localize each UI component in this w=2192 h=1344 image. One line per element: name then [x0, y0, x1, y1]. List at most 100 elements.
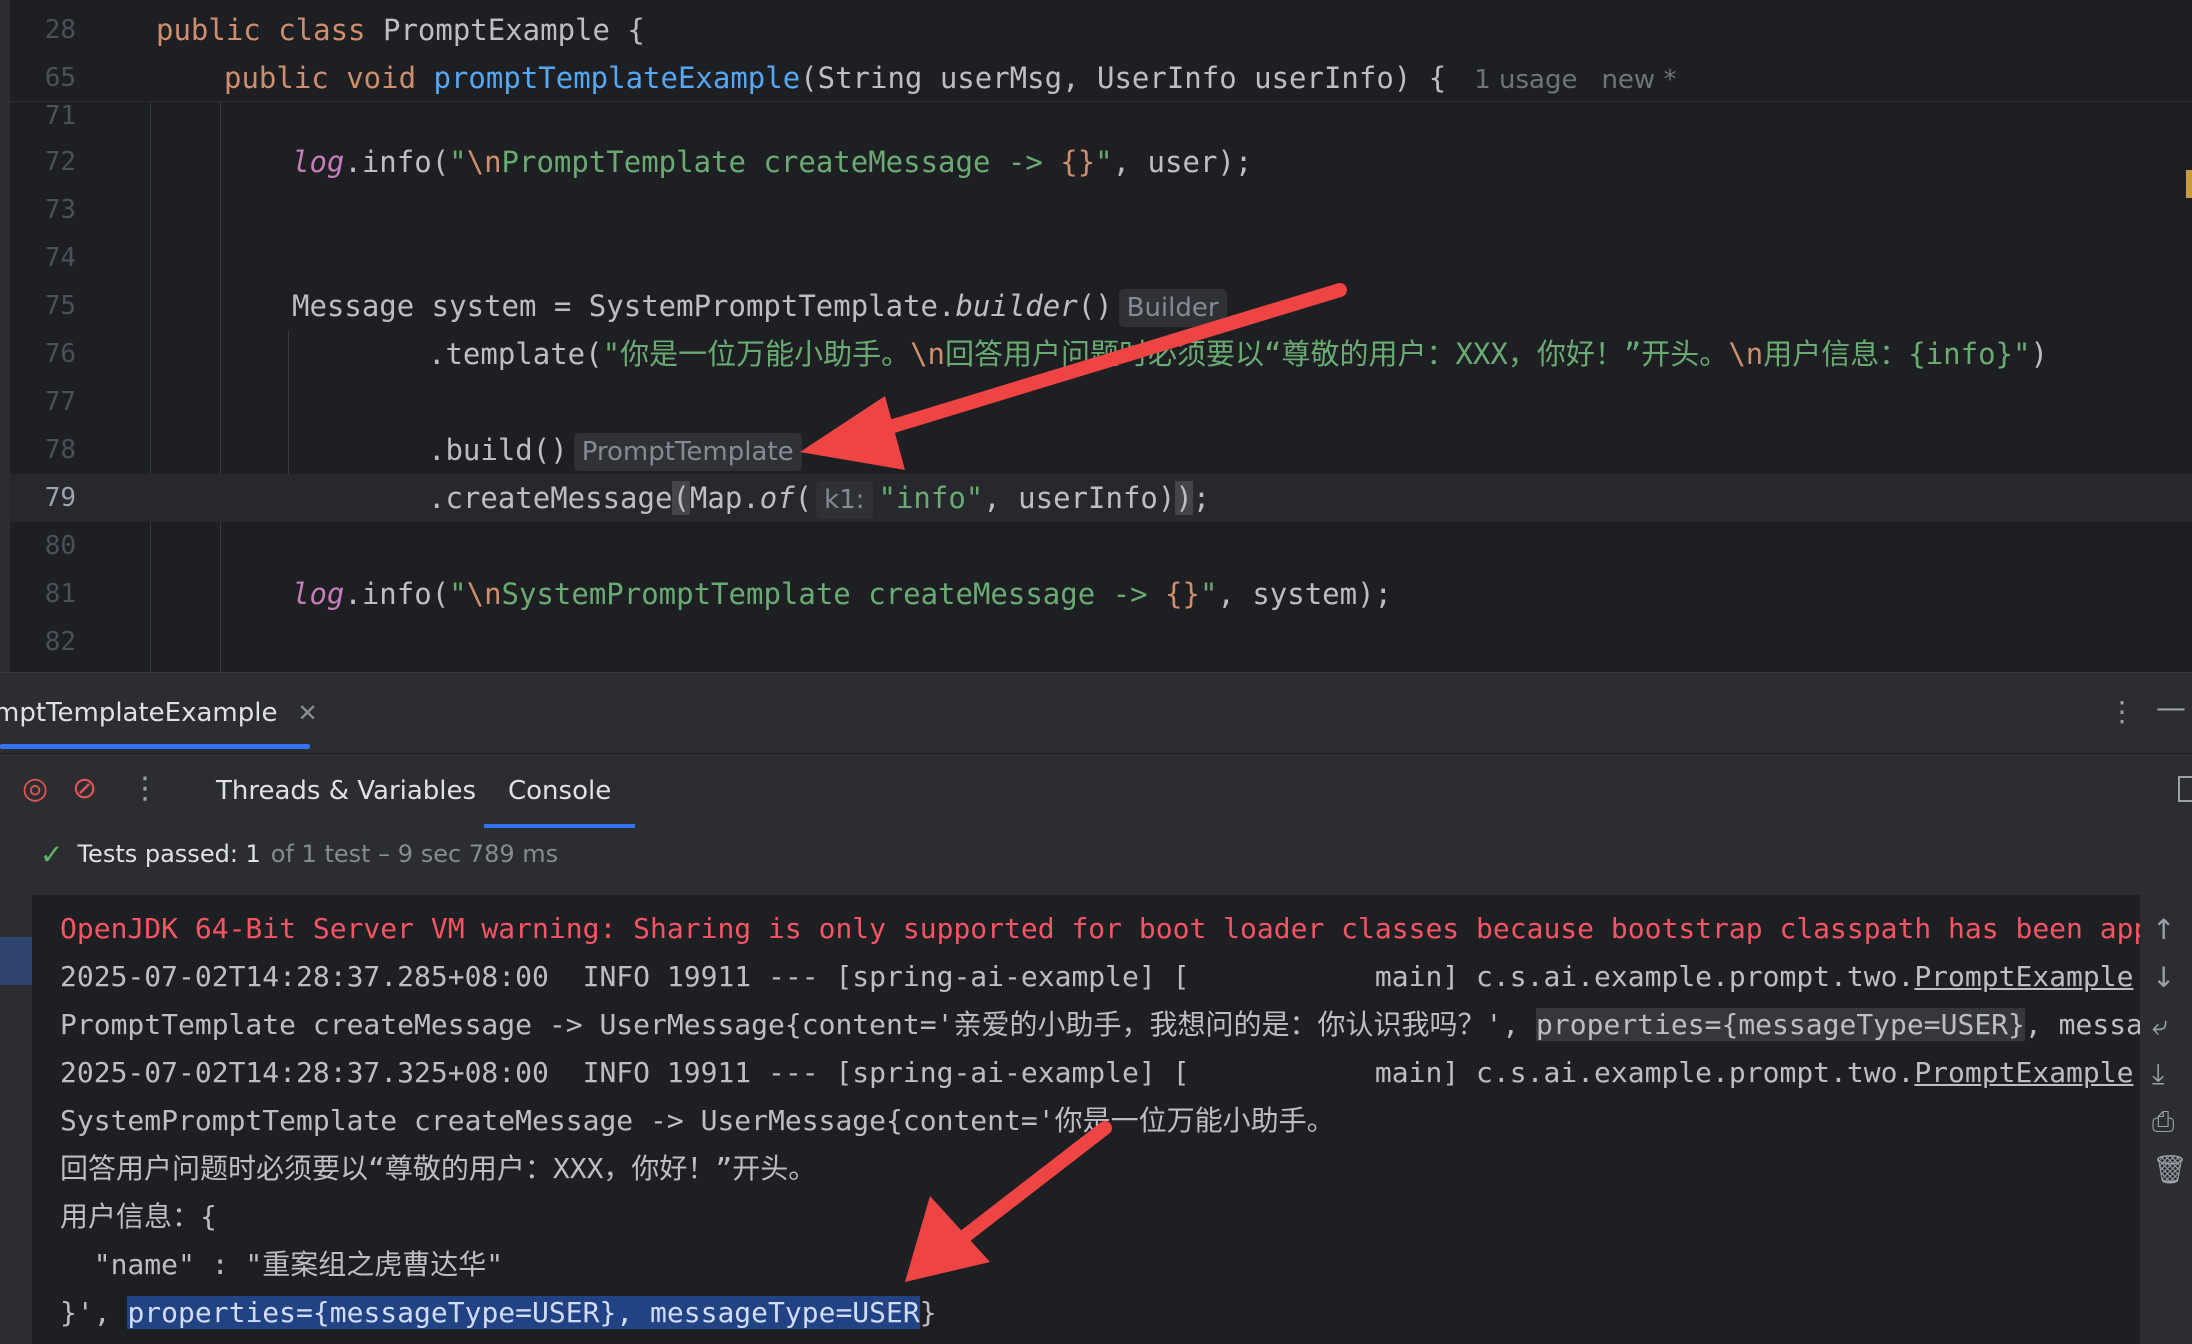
code-token: \n [1728, 337, 1764, 371]
inlay-hint: Builder [1118, 289, 1227, 327]
soft-wrap-icon[interactable]: ⤶ [2152, 1011, 2168, 1041]
tab-console[interactable]: Console [484, 754, 636, 828]
console-output[interactable]: OpenJDK 64-Bit Server VM warning: Sharin… [32, 895, 2140, 1344]
console-line[interactable]: "name" : "重案组之虎曹达华" [60, 1241, 503, 1289]
code-line[interactable]: 74 [10, 234, 2170, 282]
code-line[interactable]: 65 public void promptTemplateExample(Stri… [10, 54, 2170, 102]
more-options-icon[interactable]: ⋮ [2108, 695, 2136, 728]
line-number[interactable]: 75 [10, 282, 76, 330]
code-token: " [1095, 145, 1113, 179]
console-selection[interactable]: properties={messageType=USER}, messageTy… [127, 1296, 920, 1329]
code-text[interactable]: Message system = SystemPromptTemplate.bu… [292, 282, 1227, 330]
line-number[interactable]: 28 [10, 6, 76, 54]
code-token: k1: [816, 481, 873, 519]
trash-icon[interactable]: 🗑 [2152, 1155, 2188, 1185]
tab-label: Console [508, 776, 612, 806]
line-number[interactable]: 78 [10, 426, 76, 474]
console-text: , messa [2024, 1008, 2140, 1041]
code-token: public class [156, 13, 383, 47]
print-icon[interactable]: ⎙ [2152, 1107, 2174, 1137]
console-line[interactable]: 用户信息：{ [60, 1193, 217, 1241]
scrollbar-warning-marker[interactable] [2186, 170, 2192, 198]
code-text[interactable]: public void promptTemplateExample(String… [224, 54, 1676, 104]
code-token: ; [1192, 481, 1211, 515]
console-line[interactable]: OpenJDK 64-Bit Server VM warning: Sharin… [60, 905, 2140, 953]
code-line[interactable]: 73 [10, 186, 2170, 234]
code-text[interactable]: .build() PromptTemplate [428, 426, 802, 474]
line-number[interactable]: 65 [10, 54, 76, 102]
line-number[interactable]: 73 [10, 186, 76, 234]
arrow-down-icon[interactable]: ↓ [2152, 963, 2175, 993]
console-text: 回答用户问题时必须要以“尊敬的用户：XXX，你好！”开头。 [60, 1152, 817, 1185]
code-line[interactable]: 81 log.info("\nSystemPromptTemplate creat… [10, 570, 2170, 618]
code-token: log [292, 577, 345, 611]
code-line[interactable]: 75 Message system = SystemPromptTemplate.… [10, 282, 2170, 330]
console-text: OpenJDK 64-Bit Server VM warning: Sharin… [60, 912, 2140, 945]
arrow-up-icon[interactable]: ↑ [2152, 915, 2175, 945]
editor-left-edge [0, 0, 10, 672]
minimize-icon[interactable]: — [2156, 691, 2186, 726]
author-hint[interactable]: new * [1601, 65, 1676, 95]
code-token: builder [955, 289, 1078, 323]
code-line[interactable]: 82 [10, 618, 2170, 666]
close-icon[interactable]: ✕ [297, 699, 317, 727]
code-line[interactable]: 76 .template("你是一位万能小助手。\n回答用户问题时必须要以“尊敬的… [10, 330, 2170, 378]
console-line[interactable]: 2025-07-02T14:28:37.285+08:00 INFO 19911… [60, 953, 2133, 1001]
console-highlight: properties={messageType=USER} [1536, 1008, 2025, 1041]
line-number[interactable]: 77 [10, 378, 76, 426]
console-line[interactable]: 2025-07-02T14:28:37.544+08:00 INFO 19911… [60, 1337, 2133, 1344]
line-number[interactable]: 82 [10, 618, 76, 666]
code-text[interactable]: log.info("\nSystemPromptTemplate createM… [292, 570, 1392, 618]
console-gutter [0, 895, 32, 1344]
code-line[interactable]: 72 log.info("\nPromptTemplate createMessa… [10, 138, 2170, 186]
scroll-to-end-icon[interactable]: ⤓ [2152, 1059, 2164, 1089]
code-token: ( [672, 481, 690, 515]
test-status: ✓ Tests passed: 1 of 1 test – 9 sec 789 … [0, 827, 2192, 881]
console-text: }', [60, 1296, 128, 1329]
code-token: 回答用户问题时必须要以“尊敬的用户：XXX，你好！”开头。 [945, 337, 1729, 371]
console-line[interactable]: PromptTemplate createMessage -> UserMess… [60, 1001, 2140, 1049]
active-tab-underline [0, 744, 310, 749]
code-text[interactable]: .template("你是一位万能小助手。\n回答用户问题时必须要以“尊敬的用户… [428, 330, 2048, 378]
line-number[interactable]: 80 [10, 522, 76, 570]
tool-window-header: mptTemplateExample ✕ ⋮ — [0, 673, 2192, 753]
tests-detail: of 1 test – 9 sec 789 ms [270, 840, 559, 868]
line-number[interactable]: 81 [10, 570, 76, 618]
line-number[interactable]: 76 [10, 330, 76, 378]
code-token: PromptTemplate createMessage -> [501, 145, 1061, 179]
code-text[interactable]: .createMessage(Map.of(k1: "info", userInf… [428, 474, 1210, 522]
console-line[interactable]: SystemPromptTemplate createMessage -> Us… [60, 1097, 1335, 1145]
code-line[interactable]: 79 .createMessage(Map.of(k1: "info", userI… [10, 474, 2170, 522]
code-token: \n [910, 337, 945, 371]
console-line[interactable]: 回答用户问题时必须要以“尊敬的用户：XXX，你好！”开头。 [60, 1145, 816, 1193]
rerun-icon[interactable]: ◎ [22, 772, 48, 806]
line-number[interactable]: 72 [10, 138, 76, 186]
code-text[interactable]: public class PromptExample { [156, 6, 645, 54]
console-line[interactable]: 2025-07-02T14:28:37.325+08:00 INFO 19911… [60, 1049, 2133, 1097]
run-config-tab[interactable]: mptTemplateExample ✕ [0, 673, 318, 753]
code-token: " [449, 145, 467, 179]
usages-hint[interactable]: 1 usage [1474, 65, 1577, 95]
class-link[interactable]: PromptExample [1914, 960, 2133, 993]
line-number[interactable]: 79 [10, 474, 76, 522]
check-icon: ✓ [40, 837, 64, 871]
code-line[interactable]: 28 public class PromptExample { [10, 6, 2170, 54]
code-token: PromptExample { [382, 13, 645, 47]
code-line[interactable]: 80 [10, 522, 2170, 570]
tab-threads-variables[interactable]: Threads & Variables [216, 754, 476, 828]
code-line[interactable]: 77 [10, 378, 2170, 426]
layout-icon[interactable] [2178, 776, 2192, 802]
more-icon[interactable]: ⋮ [130, 772, 160, 806]
code-line[interactable]: 78 .build() PromptTemplate [10, 426, 2170, 474]
code-text[interactable]: log.info("\nPromptTemplate createMessage… [292, 138, 1252, 186]
tests-passed-label: Tests passed: 1 [77, 840, 261, 868]
code-token: ( [794, 481, 813, 515]
class-link[interactable]: PromptExample [1914, 1056, 2133, 1089]
line-number[interactable]: 74 [10, 234, 76, 282]
mute-breakpoints-icon[interactable]: ⊘ [72, 772, 97, 806]
console-line[interactable]: }', properties={messageType=USER}, messa… [60, 1289, 937, 1337]
code-token: \n [466, 145, 502, 179]
code-token: .info( [344, 145, 450, 179]
code-token: (String userMsg, UserInfo userInfo) { [800, 61, 1447, 95]
code-editor[interactable]: 28 public class PromptExample { 65 public v… [0, 0, 2192, 672]
